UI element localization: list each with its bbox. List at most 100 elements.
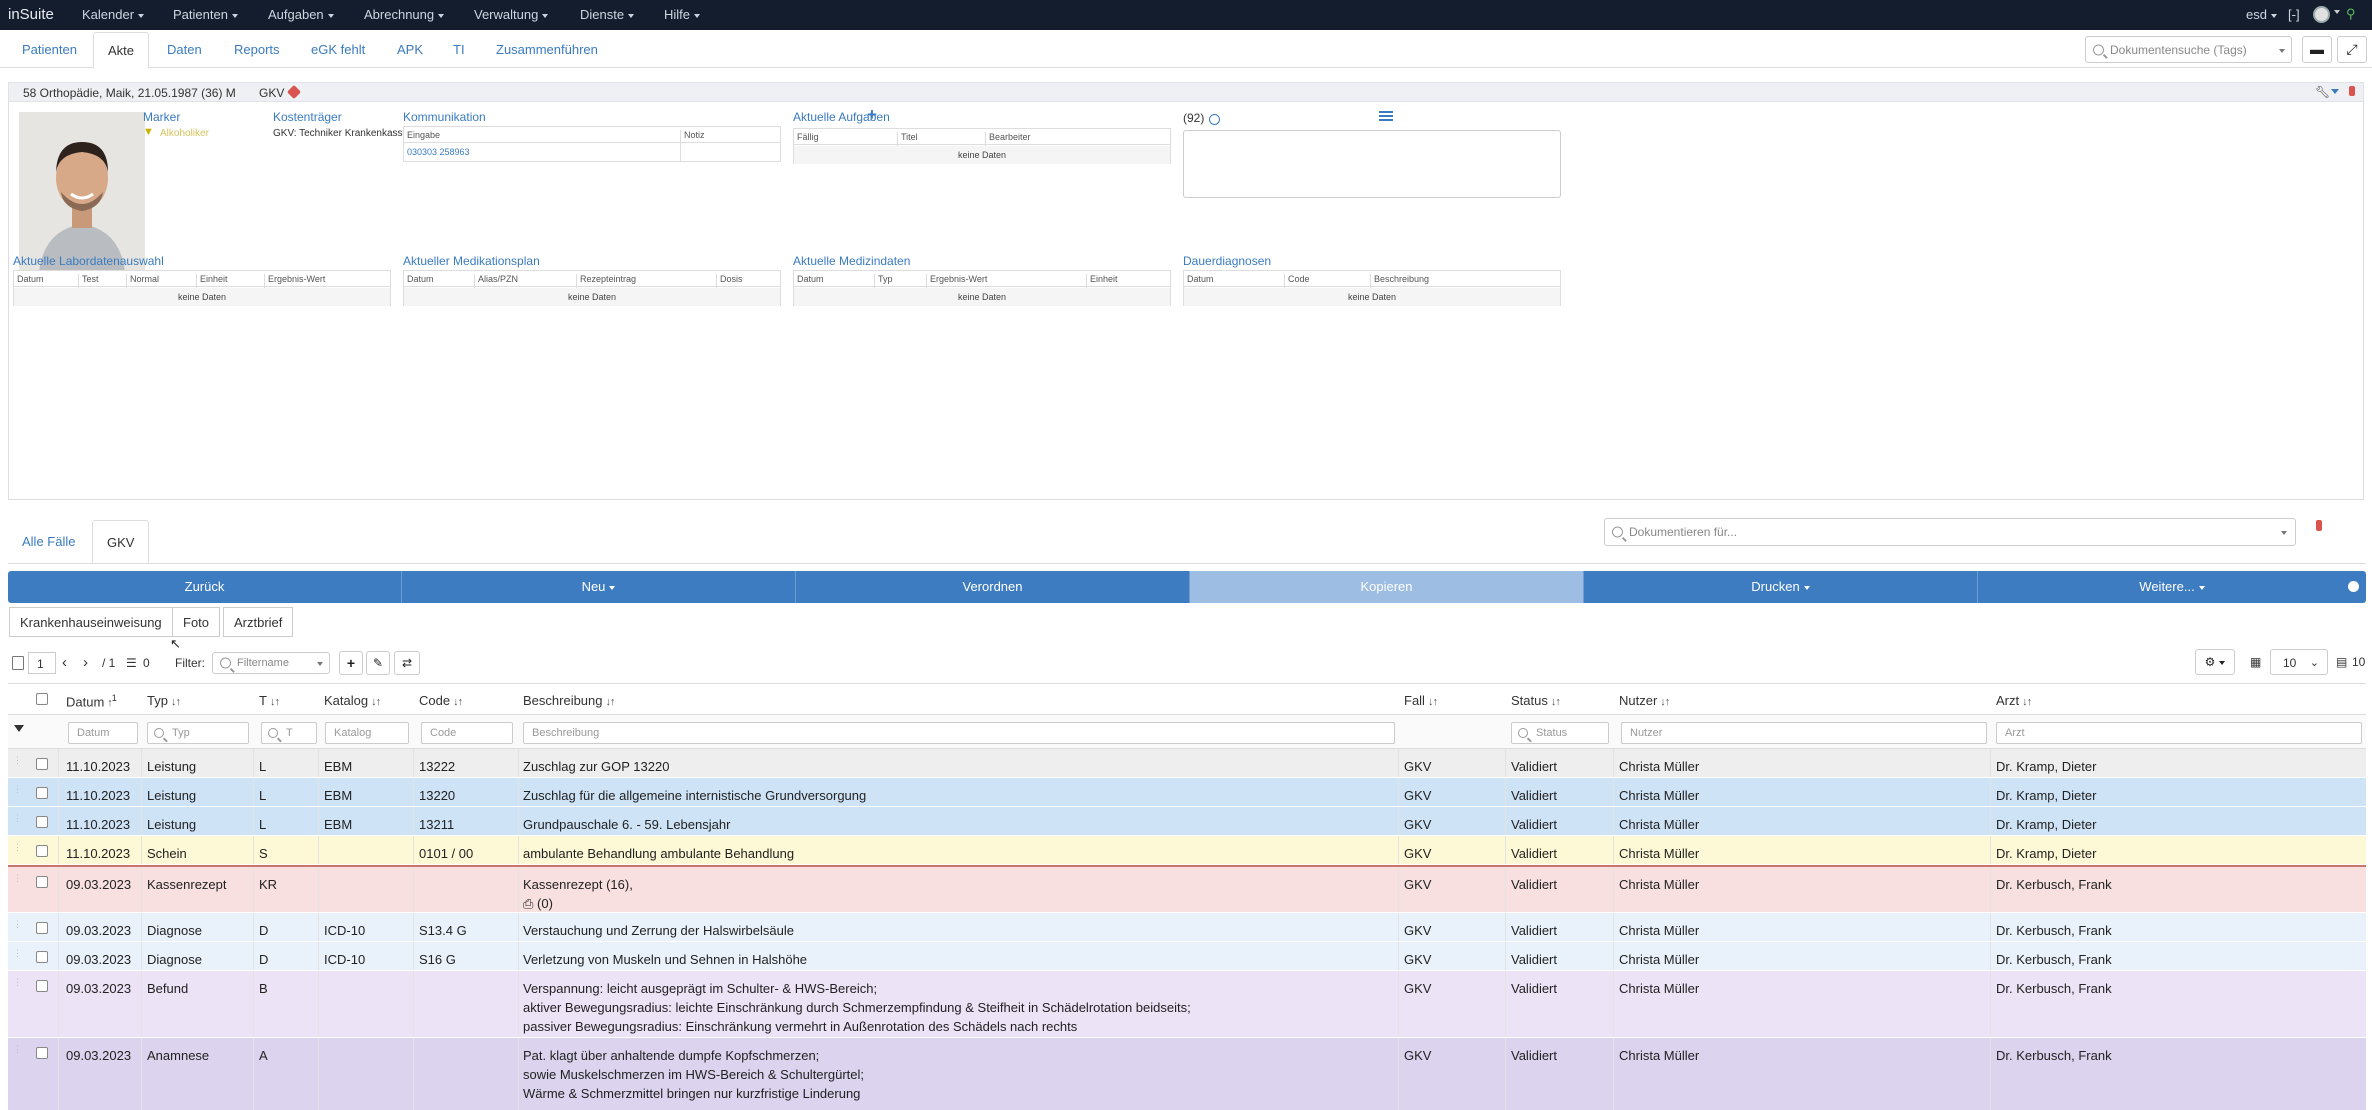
globe-caret-icon[interactable]: [2334, 10, 2340, 14]
arztbrief-tab[interactable]: Arztbrief: [223, 607, 294, 637]
tab-alle-faelle[interactable]: Alle Fälle: [22, 534, 75, 549]
column-header-nutzer[interactable]: Nutzer ↓↑: [1619, 693, 1670, 708]
fullscreen-button[interactable]: ⤢: [2337, 36, 2367, 63]
row-checkbox[interactable]: [36, 787, 48, 799]
column-header-fall[interactable]: Fall ↓↑: [1404, 693, 1438, 708]
filtername-input[interactable]: Filtername: [212, 652, 330, 674]
tab-reports[interactable]: Reports: [234, 42, 280, 57]
foto-tab[interactable]: Foto: [172, 607, 221, 637]
table-row[interactable]: ⋮ 11.10.2023 Schein S 0101 / 00 GKV Validiert C…: [8, 836, 2366, 865]
edit-filter-button[interactable]: ✎: [366, 651, 390, 675]
row-checkbox[interactable]: [36, 1047, 48, 1059]
list-icon[interactable]: [1379, 111, 1393, 121]
tab-egk-fehlt[interactable]: eGK fehlt: [311, 42, 365, 57]
drag-handle-icon[interactable]: ⋮: [13, 949, 22, 963]
marker-value[interactable]: Alkoholiker: [160, 128, 209, 139]
page-size-select[interactable]: 10 ⌄: [2270, 649, 2328, 675]
tab-daten[interactable]: Daten: [167, 42, 202, 57]
document-icon[interactable]: [12, 656, 24, 670]
drucken-button[interactable]: Drucken: [1584, 571, 1978, 603]
row-checkbox[interactable]: [36, 922, 48, 934]
table-row[interactable]: ⋮ 09.03.2023 Diagnose D ICD-10 S16 G GKV Validi…: [8, 942, 2366, 971]
table-row[interactable]: ⋮ 11.10.2023 Leistung L EBM 13220 GKV Validiert…: [8, 778, 2366, 807]
notes-area[interactable]: [1183, 130, 1561, 198]
weitere-button[interactable]: Weitere...: [1978, 571, 2366, 603]
filter-typ-input[interactable]: Typ: [147, 722, 249, 744]
row-checkbox[interactable]: [36, 758, 48, 770]
drag-handle-icon[interactable]: ⋮: [13, 756, 22, 770]
column-header-datum[interactable]: Datum ↑1: [66, 693, 117, 709]
menu-aufgaben[interactable]: Aufgaben: [268, 7, 334, 22]
open-folder-button[interactable]: ▬: [2302, 36, 2332, 63]
user-menu[interactable]: esd: [2246, 7, 2277, 22]
swap-filter-button[interactable]: ⇄: [394, 651, 420, 675]
menu-hilfe[interactable]: Hilfe: [664, 7, 701, 22]
settings-icon[interactable]: [2348, 581, 2359, 592]
column-header-katalog[interactable]: Katalog ↓↑: [324, 693, 381, 708]
menu-dienste[interactable]: Dienste: [580, 7, 635, 22]
page-input[interactable]: 1: [28, 652, 56, 674]
select-all-checkbox[interactable]: [36, 693, 48, 705]
document-search-input[interactable]: Dokumentensuche (Tags): [2085, 36, 2292, 63]
pin-icon[interactable]: [2349, 86, 2355, 96]
document-for-input[interactable]: Dokumentieren für...: [1604, 518, 2296, 546]
tab-zusammenfuehren[interactable]: Zusammenführen: [496, 42, 598, 57]
drag-handle-icon[interactable]: ⋮: [13, 920, 22, 934]
next-page-icon[interactable]: ›: [83, 654, 88, 671]
drag-handle-icon[interactable]: ⋮: [13, 814, 22, 828]
krankenhauseinweisung-tab[interactable]: Krankenhauseinweisung: [9, 607, 173, 637]
filter-status-input[interactable]: Status: [1511, 722, 1609, 744]
menu-kalender[interactable]: Kalender: [82, 7, 145, 22]
row-checkbox[interactable]: [36, 980, 48, 992]
pin-icon[interactable]: [2316, 520, 2322, 531]
tab-gkv[interactable]: GKV: [92, 520, 150, 564]
column-header-typ[interactable]: Typ ↓↑: [147, 693, 181, 708]
wrench-icon[interactable]: 🔧︎: [2315, 85, 2330, 99]
drag-handle-icon[interactable]: ⋮: [13, 1045, 22, 1059]
column-header-code[interactable]: Code ↓↑: [419, 693, 463, 708]
drag-handle-icon[interactable]: ⋮: [13, 874, 22, 888]
neu-button[interactable]: Neu: [402, 571, 796, 603]
column-header-t[interactable]: T ↓↑: [259, 693, 280, 708]
menu-abrechnung[interactable]: Abrechnung: [364, 7, 445, 22]
filter-arzt-input[interactable]: Arzt: [1996, 722, 2362, 744]
table-row[interactable]: ⋮ 09.03.2023 Diagnose D ICD-10 S13.4 G GKV Vali…: [8, 913, 2366, 942]
filter-t-input[interactable]: T: [261, 722, 317, 744]
tab-ti[interactable]: TI: [453, 42, 465, 57]
row-checkbox[interactable]: [36, 845, 48, 857]
clock-icon[interactable]: [1209, 114, 1220, 125]
patient-photo[interactable]: [19, 112, 145, 272]
drag-handle-icon[interactable]: ⋮: [13, 785, 22, 799]
menu-verwaltung[interactable]: Verwaltung: [474, 7, 549, 22]
filter-beschreibung-input[interactable]: Beschreibung: [523, 722, 1395, 744]
column-settings-button[interactable]: ⚙: [2195, 649, 2235, 675]
table-row[interactable]: ⋮ 09.03.2023 Anamnese A GKV Validiert Christa …: [8, 1038, 2366, 1110]
phone-number[interactable]: 030303 258963: [407, 147, 470, 157]
drag-handle-icon[interactable]: ⋮: [13, 843, 22, 857]
table-row[interactable]: ⋮ 09.03.2023 Kassenrezept KR GKV Validiert Chr…: [8, 865, 2366, 913]
row-checkbox[interactable]: [36, 951, 48, 963]
funnel-icon[interactable]: [14, 725, 24, 732]
add-task-icon[interactable]: +: [867, 105, 877, 125]
column-header-beschreibung[interactable]: Beschreibung ↓↑: [523, 693, 616, 708]
drag-handle-icon[interactable]: ⋮: [13, 978, 22, 992]
tab-akte[interactable]: Akte: [93, 32, 150, 69]
column-header-arzt[interactable]: Arzt ↓↑: [1996, 693, 2032, 708]
filter-code-input[interactable]: Code: [421, 722, 513, 744]
filter-katalog-input[interactable]: Katalog: [325, 722, 409, 744]
table-row[interactable]: ⋮ 11.10.2023 Leistung L EBM 13222 GKV Validiert…: [8, 749, 2366, 778]
collapse-chevron-icon[interactable]: [2331, 89, 2339, 94]
table-row[interactable]: ⋮ 09.03.2023 Befund B GKV Validiert Christa Mü…: [8, 971, 2366, 1038]
globe-icon[interactable]: [2313, 6, 2330, 23]
table-row[interactable]: ⋮ 11.10.2023 Leistung L EBM 13211 GKV Validiert…: [8, 807, 2366, 836]
row-checkbox[interactable]: [36, 876, 48, 888]
previous-page-icon[interactable]: ‹: [62, 654, 67, 671]
tab-apk[interactable]: APK: [397, 42, 423, 57]
menu-patienten[interactable]: Patienten: [173, 7, 238, 22]
kopieren-button[interactable]: Kopieren: [1190, 571, 1584, 603]
add-filter-button[interactable]: +: [339, 651, 363, 675]
app-brand[interactable]: inSuite: [8, 6, 54, 23]
filter-nutzer-input[interactable]: Nutzer: [1621, 722, 1987, 744]
tab-patienten[interactable]: Patienten: [22, 42, 77, 57]
printer-icon[interactable]: ⎙: [523, 896, 537, 911]
